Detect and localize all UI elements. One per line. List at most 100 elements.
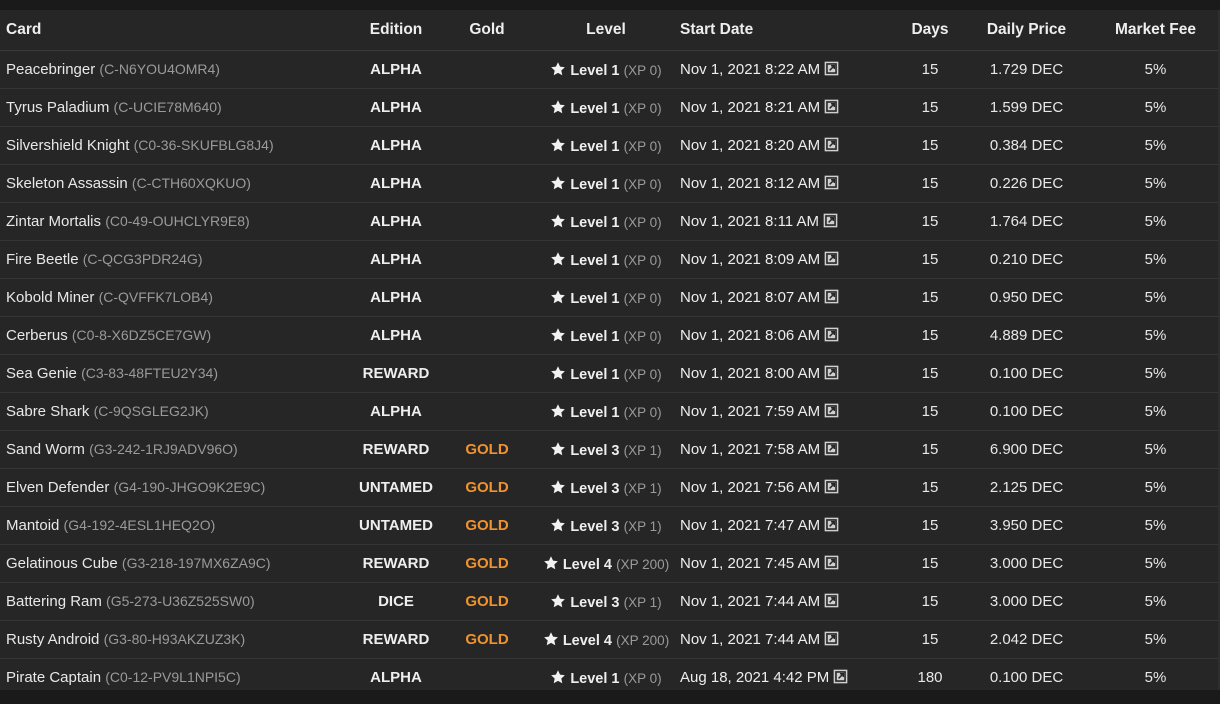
card-id: (C0-12-PV9L1NPI5C) [105,669,241,685]
table-row[interactable]: Fire Beetle (C-QCG3PDR24G) ALPHA Level 1… [0,240,1218,279]
external-link-icon[interactable] [824,251,839,266]
market-fee-cell: 5% [1093,392,1218,431]
star-icon [543,555,558,569]
card-id: (C0-8-X6DZ5CE7GW) [71,327,212,343]
level-cell: Level 1 (XP 0) [532,126,680,165]
external-link-icon[interactable] [824,137,839,152]
days-cell: 15 [900,430,960,469]
card-cell: Sabre Shark (C-9QSGLEG2JK) [0,392,350,431]
card-name[interactable]: Sea Genie [6,365,77,382]
edition-cell: ALPHA [350,316,442,355]
start-date: Nov 1, 2021 7:44 AM [680,593,821,610]
card-name[interactable]: Tyrus Paladium [6,99,109,116]
days-cell: 180 [900,658,960,696]
column-header-daily-price[interactable]: Daily Price [960,10,1093,51]
card-id: (G3-80-H93AKZUZ3K) [103,631,246,647]
external-link-icon[interactable] [823,213,838,228]
daily-price-cell: 4.889 DEC [960,316,1093,355]
edition-cell: ALPHA [350,88,442,127]
external-link-icon[interactable] [824,631,839,646]
external-link-icon[interactable] [824,593,839,608]
table-row[interactable]: Sand Worm (G3-242-1RJ9ADV96O) REWARD GOL… [0,430,1218,469]
table-row[interactable]: Pirate Captain (C0-12-PV9L1NPI5C) ALPHA … [0,658,1218,696]
level-cell: Level 3 (XP 1) [532,582,680,621]
start-date: Nov 1, 2021 8:21 AM [680,99,821,116]
card-name[interactable]: Skeleton Assassin [6,175,128,192]
card-name[interactable]: Gelatinous Cube [6,555,118,572]
level-cell: Level 1 (XP 0) [532,202,680,241]
external-link-icon[interactable] [824,441,839,456]
external-link-icon[interactable] [824,555,839,570]
days-cell: 15 [900,316,960,355]
table-row[interactable]: Cerberus (C0-8-X6DZ5CE7GW) ALPHA Level 1… [0,316,1218,355]
external-link-icon[interactable] [824,327,839,342]
table-header-row: Card Edition Gold Level Start Date Days … [0,10,1218,51]
card-id: (C-QVFFK7LOB4) [98,289,213,305]
market-fee-cell: 5% [1093,468,1218,507]
card-name[interactable]: Battering Ram [6,593,102,610]
card-name[interactable]: Mantoid [6,517,59,534]
table-row[interactable]: Battering Ram (G5-273-U36Z525SW0) DICE G… [0,582,1218,621]
card-name[interactable]: Pirate Captain [6,669,101,686]
start-date: Aug 18, 2021 4:42 PM [680,669,830,686]
table-row[interactable]: Tyrus Paladium (C-UCIE78M640) ALPHA Leve… [0,88,1218,127]
start-date-cell: Nov 1, 2021 8:07 AM [680,278,900,317]
external-link-icon[interactable] [833,669,848,684]
card-name[interactable]: Rusty Android [6,631,99,648]
card-name[interactable]: Peacebringer [6,61,95,78]
table-row[interactable]: Mantoid (G4-192-4ESL1HEQ2O) UNTAMED GOLD… [0,506,1218,545]
table-row[interactable]: Skeleton Assassin (C-CTH60XQKUO) ALPHA L… [0,164,1218,203]
daily-price-cell: 0.100 DEC [960,354,1093,393]
gold-cell [442,278,532,317]
column-header-edition[interactable]: Edition [350,10,442,51]
card-name[interactable]: Elven Defender [6,479,109,496]
external-link-icon[interactable] [824,99,839,114]
gold-cell [442,354,532,393]
star-icon [551,517,566,531]
start-date-cell: Nov 1, 2021 7:59 AM [680,392,900,431]
daily-price-cell: 3.950 DEC [960,506,1093,545]
external-link-icon[interactable] [824,365,839,380]
star-icon [551,479,566,493]
card-name[interactable]: Sabre Shark [6,403,89,420]
table-row[interactable]: Sabre Shark (C-9QSGLEG2JK) ALPHA Level 1… [0,392,1218,431]
external-link-icon[interactable] [824,289,839,304]
xp-label: (XP 0) [623,404,662,420]
level-label: Level 1 [570,328,620,345]
external-link-icon[interactable] [824,479,839,494]
column-header-level[interactable]: Level [532,10,680,51]
table-row[interactable]: Silvershield Knight (C0-36-SKUFBLG8J4) A… [0,126,1218,165]
card-name[interactable]: Zintar Mortalis [6,213,101,230]
card-id: (G3-218-197MX6ZA9C) [121,555,271,571]
card-name[interactable]: Kobold Miner [6,289,94,306]
card-name[interactable]: Fire Beetle [6,251,79,268]
edition-cell: ALPHA [350,202,442,241]
card-name[interactable]: Sand Worm [6,441,85,458]
days-cell: 15 [900,88,960,127]
card-name[interactable]: Cerberus [6,327,68,344]
column-header-card[interactable]: Card [0,10,350,51]
external-link-icon[interactable] [824,61,839,76]
start-date: Nov 1, 2021 8:11 AM [680,213,819,230]
table-row[interactable]: Zintar Mortalis (C0-49-OUHCLYR9E8) ALPHA… [0,202,1218,241]
gold-cell: GOLD [442,620,532,659]
column-header-gold[interactable]: Gold [442,10,532,51]
xp-label: (XP 0) [623,670,662,686]
table-row[interactable]: Kobold Miner (C-QVFFK7LOB4) ALPHA Level … [0,278,1218,317]
start-date: Nov 1, 2021 8:06 AM [680,327,821,344]
external-link-icon[interactable] [824,403,839,418]
table-row[interactable]: Peacebringer (C-N6YOU4OMR4) ALPHA Level … [0,51,1218,89]
gold-cell [442,126,532,165]
column-header-start-date[interactable]: Start Date [680,10,900,51]
table-row[interactable]: Gelatinous Cube (G3-218-197MX6ZA9C) REWA… [0,544,1218,583]
card-name[interactable]: Silvershield Knight [6,137,129,154]
start-date-cell: Nov 1, 2021 8:12 AM [680,164,900,203]
table-row[interactable]: Rusty Android (G3-80-H93AKZUZ3K) REWARD … [0,620,1218,659]
column-header-days[interactable]: Days [900,10,960,51]
external-link-icon[interactable] [824,175,839,190]
external-link-icon[interactable] [824,517,839,532]
table-row[interactable]: Sea Genie (C3-83-48FTEU2Y34) REWARD Leve… [0,354,1218,393]
xp-label: (XP 0) [623,290,662,306]
table-row[interactable]: Elven Defender (G4-190-JHGO9K2E9C) UNTAM… [0,468,1218,507]
column-header-market-fee[interactable]: Market Fee [1093,10,1218,51]
